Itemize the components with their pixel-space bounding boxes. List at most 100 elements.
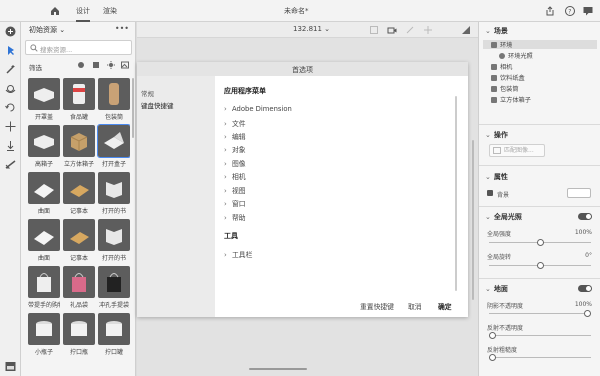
magic-wand-icon[interactable] bbox=[4, 63, 17, 76]
asset-item[interactable]: 记事本 bbox=[63, 172, 95, 215]
menu-item-view[interactable]: › 视图 bbox=[224, 185, 246, 195]
search-input[interactable]: 搜索资源... bbox=[25, 40, 132, 55]
images-filter-icon[interactable] bbox=[121, 61, 129, 69]
asset-thumbnail[interactable] bbox=[63, 172, 95, 204]
menu-item-adobe-dimension[interactable]: › Adobe Dimension bbox=[224, 105, 292, 113]
scene-item-environment[interactable]: 环境 bbox=[483, 40, 597, 49]
plus-icon[interactable] bbox=[4, 25, 17, 38]
asset-item[interactable]: 立方体箱子 bbox=[63, 125, 95, 168]
asset-thumbnail[interactable] bbox=[63, 125, 95, 157]
rotate-icon[interactable] bbox=[4, 101, 17, 114]
ground-toggle[interactable] bbox=[578, 285, 592, 292]
asset-thumbnail[interactable] bbox=[28, 266, 60, 298]
global-intensity-slider[interactable] bbox=[489, 239, 591, 246]
asset-thumbnail[interactable] bbox=[98, 266, 130, 298]
zoom-level[interactable]: 132.811 ⌄ bbox=[293, 25, 330, 33]
reflection-roughness-slider[interactable] bbox=[489, 354, 591, 361]
asset-item[interactable]: 带提手的购物袋 bbox=[28, 266, 60, 309]
asset-thumbnail[interactable] bbox=[28, 313, 60, 345]
assets-scrollbar[interactable] bbox=[132, 78, 134, 138]
canvas-horizontal-scrollbar[interactable] bbox=[249, 368, 307, 370]
asset-thumbnail[interactable] bbox=[28, 78, 60, 110]
asset-thumbnail[interactable] bbox=[98, 313, 130, 345]
reset-shortcuts-button[interactable]: 重置快捷键 bbox=[360, 301, 394, 311]
scene-item-tube[interactable]: 包装筒 bbox=[491, 84, 519, 93]
menu-item-image[interactable]: › 图像 bbox=[224, 158, 246, 168]
asset-thumbnail[interactable] bbox=[63, 313, 95, 345]
asset-thumbnail[interactable] bbox=[98, 78, 130, 110]
slider-knob[interactable] bbox=[489, 354, 496, 361]
asset-item[interactable]: 礼品袋 bbox=[63, 266, 95, 309]
asset-item[interactable]: 包装筒 bbox=[98, 78, 130, 121]
asset-thumbnail[interactable] bbox=[97, 124, 130, 158]
render-preview-icon[interactable] bbox=[461, 25, 471, 35]
background-color-swatch[interactable] bbox=[567, 188, 591, 198]
dialog-scrollbar[interactable] bbox=[455, 96, 457, 291]
asset-item[interactable]: 打开的书 bbox=[98, 172, 130, 215]
actions-header[interactable]: ⌄ 操作 bbox=[485, 130, 508, 140]
attributes-header[interactable]: ⌄ 属性 bbox=[485, 172, 508, 182]
slider-knob[interactable] bbox=[536, 262, 544, 269]
canvas-vertical-scrollbar[interactable] bbox=[472, 140, 474, 300]
asset-item[interactable]: 打开盒子 bbox=[97, 124, 130, 168]
move-icon[interactable] bbox=[4, 120, 17, 133]
measure-icon[interactable] bbox=[4, 158, 17, 171]
asset-item[interactable]: 冲孔手提袋 bbox=[98, 266, 130, 309]
menu-item-edit[interactable]: › 编辑 bbox=[224, 131, 246, 141]
asset-thumbnail[interactable] bbox=[98, 219, 130, 251]
nav-item-keyboard-shortcuts[interactable]: 键盘快捷键 bbox=[141, 100, 174, 110]
share-icon[interactable] bbox=[544, 5, 556, 17]
ground-header[interactable]: ⌄ 地面 bbox=[485, 284, 508, 294]
reflection-opacity-slider[interactable] bbox=[489, 332, 591, 339]
asset-item[interactable]: 打开的书 bbox=[98, 219, 130, 262]
more-options-icon[interactable]: ••• bbox=[115, 24, 129, 33]
fit-view-icon[interactable] bbox=[369, 25, 379, 35]
asset-thumbnail[interactable] bbox=[28, 219, 60, 251]
global-light-toggle[interactable] bbox=[578, 213, 592, 220]
slider-knob[interactable] bbox=[489, 332, 496, 339]
menu-item-camera[interactable]: › 相机 bbox=[224, 171, 246, 181]
global-light-header[interactable]: ⌄ 全局光照 bbox=[485, 212, 522, 222]
asset-thumbnail[interactable] bbox=[63, 78, 95, 110]
asset-item[interactable]: 高箱子 bbox=[28, 125, 60, 168]
tab-render[interactable]: 渲染 bbox=[103, 0, 117, 22]
ok-button[interactable]: 确定 bbox=[438, 301, 452, 311]
help-icon[interactable]: ? bbox=[564, 5, 576, 17]
nav-item-general[interactable]: 常规 bbox=[141, 88, 154, 98]
transform-icon[interactable] bbox=[423, 25, 433, 35]
asset-item[interactable]: 开罩盖 bbox=[28, 78, 60, 121]
panel-toggle-icon[interactable] bbox=[4, 360, 17, 373]
asset-item[interactable]: 拧口瓶 bbox=[63, 313, 95, 356]
asset-thumbnail[interactable] bbox=[98, 172, 130, 204]
global-rotation-slider[interactable] bbox=[489, 262, 591, 269]
slider-knob[interactable] bbox=[536, 239, 544, 246]
assets-title[interactable]: 初始资源 ⌄ bbox=[29, 25, 65, 35]
models-filter-icon[interactable] bbox=[92, 61, 100, 69]
asset-thumbnail[interactable] bbox=[63, 266, 95, 298]
asset-item[interactable]: 曲面 bbox=[28, 172, 60, 215]
menu-item-window[interactable]: › 窗口 bbox=[224, 198, 246, 208]
orbit-icon[interactable] bbox=[4, 82, 17, 95]
asset-item[interactable]: 食品罐 bbox=[63, 78, 95, 121]
scene-header[interactable]: ⌄ 场景 bbox=[485, 26, 508, 36]
chat-icon[interactable] bbox=[582, 5, 594, 17]
home-icon[interactable] bbox=[49, 5, 61, 17]
asset-item[interactable]: 曲面 bbox=[28, 219, 60, 262]
materials-filter-icon[interactable] bbox=[77, 61, 85, 69]
scene-item-env-light[interactable]: 环境光照 bbox=[499, 51, 533, 60]
scene-item-camera[interactable]: 相机 bbox=[491, 62, 512, 71]
menu-item-help[interactable]: › 帮助 bbox=[224, 212, 246, 222]
scene-item-cube-box[interactable]: 立方体箱子 bbox=[491, 95, 531, 104]
tab-design[interactable]: 设计 bbox=[76, 0, 90, 22]
lights-filter-icon[interactable] bbox=[107, 61, 115, 69]
camera-bookmark-icon[interactable] bbox=[387, 25, 397, 35]
shadow-opacity-slider[interactable] bbox=[489, 310, 591, 317]
asset-item[interactable]: 拧口罐 bbox=[98, 313, 130, 356]
drop-icon[interactable] bbox=[4, 139, 17, 152]
slider-knob[interactable] bbox=[584, 310, 591, 317]
tool-item-toolbar[interactable]: › 工具栏 bbox=[224, 249, 252, 259]
asset-thumbnail[interactable] bbox=[63, 219, 95, 251]
menu-item-object[interactable]: › 对象 bbox=[224, 144, 246, 154]
asset-item[interactable]: 记事本 bbox=[63, 219, 95, 262]
background-checkbox[interactable] bbox=[487, 190, 493, 196]
